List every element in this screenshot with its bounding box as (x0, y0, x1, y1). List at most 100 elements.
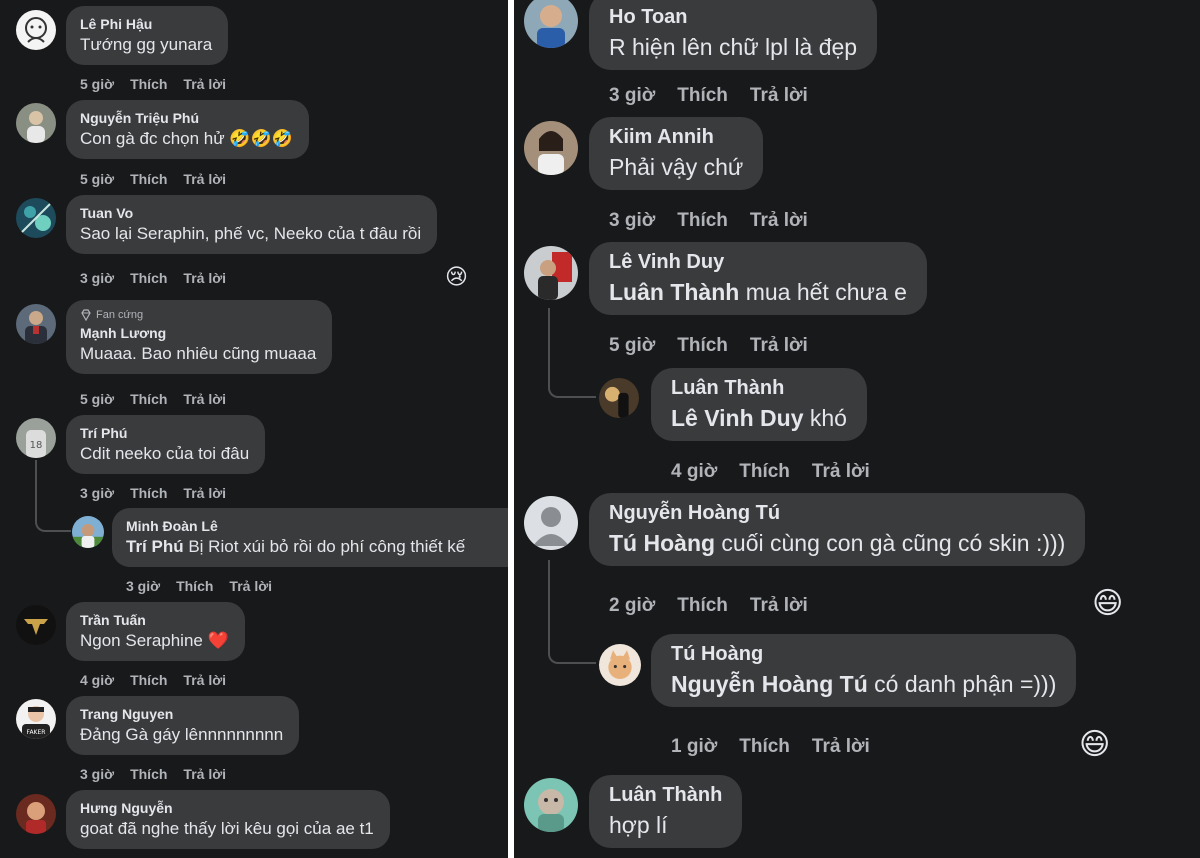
like-button[interactable]: Thích (130, 766, 167, 782)
sad-reaction-icon[interactable]: 😢 (445, 264, 468, 290)
avatar[interactable]: 18 (16, 418, 56, 458)
comment-bubble[interactable]: Tuan Vo Sao lại Seraphin, phế vc, Neeko … (66, 195, 438, 254)
comment-time[interactable]: 3 giờ (609, 85, 655, 107)
comment-time[interactable]: 5 giờ (80, 391, 114, 407)
comment-author[interactable]: Nguyễn Triệu Phú (80, 110, 293, 126)
reply-button[interactable]: Trả lời (183, 766, 226, 782)
comment-bubble[interactable]: Trần Tuấn Ngon Seraphine ❤️ (66, 602, 245, 661)
comment-author[interactable]: Hưng Nguyễn (80, 800, 374, 816)
comment-author[interactable]: Minh Đoàn Lê (126, 518, 508, 534)
reply-button[interactable]: Trả lời (750, 335, 808, 357)
mention-link[interactable]: Tú Hoàng (609, 530, 715, 556)
comment-bubble[interactable]: Kiim Annih Phải vậy chứ (589, 117, 764, 190)
reply-button[interactable]: Trả lời (183, 485, 226, 501)
comment-author[interactable]: Kiim Annih (609, 126, 743, 149)
reply-button[interactable]: Trả lời (183, 171, 226, 187)
reply-button[interactable]: Trả lời (183, 391, 226, 407)
like-button[interactable]: Thích (739, 461, 790, 483)
avatar[interactable] (524, 246, 578, 300)
reply-button[interactable]: Trả lời (183, 76, 226, 92)
like-button[interactable]: Thích (130, 391, 167, 407)
comment-author[interactable]: Tú Hoàng (671, 643, 1056, 666)
avatar[interactable] (524, 778, 578, 832)
avatar[interactable] (16, 605, 56, 645)
haha-reaction-icon[interactable]: 😄 (1092, 586, 1123, 621)
comment-author[interactable]: Trí Phú (80, 425, 249, 441)
reply-button[interactable]: Trả lời (812, 461, 870, 483)
comment-time[interactable]: 3 giờ (80, 766, 114, 782)
comment-bubble[interactable]: Minh Đoàn Lê Trí Phú Bị Riot xúi bỏ rồi … (112, 508, 508, 567)
comment-time[interactable]: 5 giờ (80, 76, 114, 92)
avatar[interactable] (524, 121, 578, 175)
comment-time[interactable]: 5 giờ (609, 335, 655, 357)
comment-bubble[interactable]: Ho Toan R hiện lên chữ lpl là đẹp (589, 0, 878, 70)
like-button[interactable]: Thích (130, 485, 167, 501)
like-button[interactable]: Thích (130, 672, 167, 688)
like-button[interactable]: Thích (677, 85, 728, 107)
avatar[interactable] (599, 644, 641, 686)
comment-author[interactable]: Trần Tuấn (80, 612, 229, 628)
comment-bubble[interactable]: Fan cứng Mạnh Lương Muaaa. Bao nhiêu cũn… (66, 300, 333, 374)
comment-bubble[interactable]: Luân Thành hợp lí (589, 775, 743, 848)
reply-button[interactable]: Trả lời (183, 270, 226, 286)
avatar[interactable] (16, 304, 56, 344)
haha-reaction-icon[interactable]: 😄 (1079, 727, 1110, 762)
comment-author[interactable]: Luân Thành (671, 377, 847, 400)
reply-button[interactable]: Trả lời (750, 210, 808, 232)
avatar[interactable] (524, 0, 578, 48)
avatar[interactable] (16, 198, 56, 238)
comment-bubble[interactable]: Trí Phú Cdit neeko của toi đâu (66, 415, 266, 474)
mention-link[interactable]: Trí Phú (126, 537, 184, 556)
avatar[interactable]: FAKER (16, 699, 56, 739)
like-button[interactable]: Thích (739, 736, 790, 758)
reply-button[interactable]: Trả lời (812, 736, 870, 758)
reply-button[interactable]: Trả lời (229, 578, 272, 594)
comment-author[interactable]: Luân Thành (609, 784, 722, 807)
avatar[interactable] (524, 496, 578, 550)
comment-bubble[interactable]: Trang Nguyen Đảng Gà gáy lênnnnnnnnn (66, 696, 300, 755)
comment-author[interactable]: Lê Phi Hậu (80, 16, 212, 32)
comment-bubble[interactable]: Hưng Nguyễn goat đã nghe thấy lời kêu gọ… (66, 790, 390, 849)
comment-bubble[interactable]: Lê Phi Hậu Tướng gg yunara (66, 6, 229, 65)
like-button[interactable]: Thích (677, 210, 728, 232)
comment-time[interactable]: 3 giờ (609, 210, 655, 232)
like-button[interactable]: Thích (130, 171, 167, 187)
like-button[interactable]: Thích (176, 578, 213, 594)
comment-text: Sao lại Seraphin, phế vc, Neeko của t đâ… (80, 224, 422, 243)
avatar[interactable] (16, 10, 56, 50)
avatar[interactable] (599, 378, 639, 418)
comment-author[interactable]: Nguyễn Hoàng Tú (609, 502, 1065, 525)
reply-button[interactable]: Trả lời (183, 672, 226, 688)
comment-author[interactable]: Trang Nguyen (80, 706, 283, 722)
avatar[interactable] (72, 516, 104, 548)
mention-link[interactable]: Lê Vinh Duy (671, 405, 804, 431)
like-button[interactable]: Thích (677, 595, 728, 617)
like-button[interactable]: Thích (677, 335, 728, 357)
avatar[interactable] (16, 103, 56, 143)
comment-author[interactable]: Lê Vinh Duy (609, 251, 907, 274)
comment-time[interactable]: 5 giờ (80, 171, 114, 187)
comment-bubble[interactable]: Tú Hoàng Nguyễn Hoàng Tú có danh phận =)… (651, 634, 1077, 707)
comment-bubble[interactable]: Nguyễn Triệu Phú Con gà đc chọn hử 🤣🤣🤣 (66, 100, 309, 159)
comment-author[interactable]: Ho Toan (609, 6, 857, 29)
comment-time[interactable]: 3 giờ (80, 270, 114, 286)
avatar[interactable] (16, 794, 56, 834)
comment-bubble[interactable]: Luân Thành Lê Vinh Duy khó (651, 368, 867, 441)
comment-time[interactable]: 3 giờ (80, 485, 114, 501)
comment-author[interactable]: Mạnh Lương (80, 325, 316, 341)
reply-button[interactable]: Trả lời (750, 85, 808, 107)
mention-link[interactable]: Luân Thành (609, 279, 739, 305)
comment-time[interactable]: 4 giờ (671, 461, 717, 483)
comment-time[interactable]: 1 giờ (671, 736, 717, 758)
reply-button[interactable]: Trả lời (750, 595, 808, 617)
comment-bubble[interactable]: Lê Vinh Duy Luân Thành mua hết chưa e (589, 242, 927, 315)
mention-link[interactable]: Nguyễn Hoàng Tú (671, 671, 868, 697)
comment-bubble[interactable]: Nguyễn Hoàng Tú Tú Hoàng cuối cùng con g… (589, 493, 1086, 566)
like-button[interactable]: Thích (130, 270, 167, 286)
comment-time[interactable]: 3 giờ (126, 578, 160, 594)
comment-author[interactable]: Tuan Vo (80, 205, 421, 221)
comment-text: Tú Hoàng cuối cùng con gà cũng có skin :… (609, 530, 1065, 557)
comment-time[interactable]: 4 giờ (80, 672, 114, 688)
comment-time[interactable]: 2 giờ (609, 595, 655, 617)
like-button[interactable]: Thích (130, 76, 167, 92)
